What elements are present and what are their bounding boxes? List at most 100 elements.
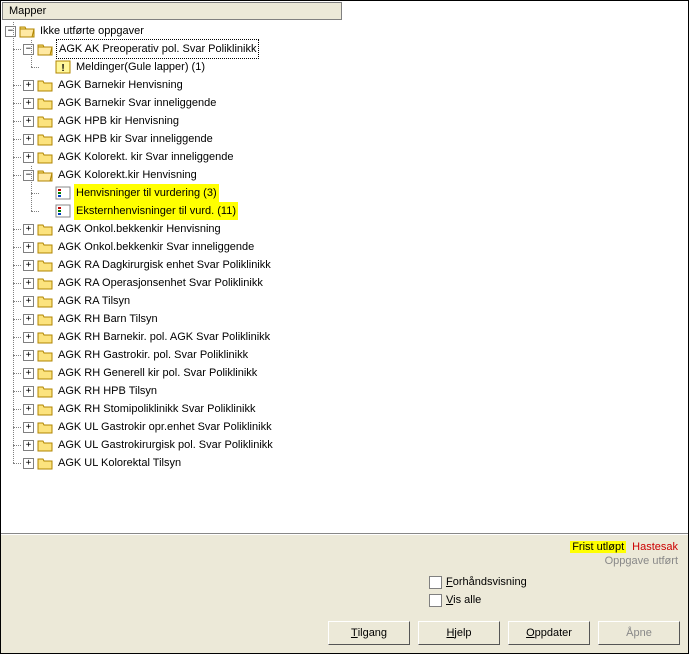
tree-area: − Ikke utførte oppgaver − <box>1 20 688 534</box>
tree-node-label: Ikke utførte oppgaver <box>38 22 146 40</box>
tree-node-hpb-henv[interactable]: + AGK HPB kir Henvisning <box>23 112 688 130</box>
expander-plus-icon[interactable]: + <box>23 98 34 109</box>
tree-node-label: AGK RH Barnekir. pol. AGK Svar Poliklini… <box>56 328 272 346</box>
tree-node-label: AGK UL Kolorektal Tilsyn <box>56 454 183 472</box>
expander-plus-icon[interactable]: + <box>23 332 34 343</box>
tree-node-ul-kolorektal[interactable]: + AGK UL Kolorektal Tilsyn <box>23 454 688 472</box>
folder-icon <box>37 312 53 326</box>
expander-plus-icon[interactable]: + <box>23 242 34 253</box>
folder-icon <box>37 222 53 236</box>
help-button[interactable]: Hjelp <box>418 621 500 645</box>
folder-icon <box>37 114 53 128</box>
note-alert-icon: ! <box>55 60 71 74</box>
expander-plus-icon[interactable]: + <box>23 224 34 235</box>
expander-plus-icon[interactable]: + <box>23 404 34 415</box>
folder-icon <box>37 420 53 434</box>
status-deadline: Frist utløpt <box>570 541 626 553</box>
expander-plus-icon[interactable]: + <box>23 116 34 127</box>
show-all-checkbox[interactable] <box>429 594 442 607</box>
folder-icon <box>37 384 53 398</box>
tree-node-label: AGK RA Dagkirurgisk enhet Svar Poliklini… <box>56 256 273 274</box>
tree-node-ra-dagkir[interactable]: + AGK RA Dagkirurgisk enhet Svar Polikli… <box>23 256 688 274</box>
tree-node-ra-tilsyn[interactable]: + AGK RA Tilsyn <box>23 292 688 310</box>
tree-node-agk-preop[interactable]: − AGK AK Preoperativ pol. Svar Poliklini… <box>23 40 688 58</box>
tree-node-ul-gastro-opr[interactable]: + AGK UL Gastrokir opr.enhet Svar Polikl… <box>23 418 688 436</box>
expander-plus-icon[interactable]: + <box>23 296 34 307</box>
tree-leaf-henv-vurd[interactable]: Henvisninger til vurdering (3) <box>41 184 688 202</box>
tree-leaf-label: Henvisninger til vurdering (3) <box>74 184 219 202</box>
folder-icon <box>37 348 53 362</box>
tree-node-rh-generell[interactable]: + AGK RH Generell kir pol. Svar Poliklin… <box>23 364 688 382</box>
refresh-button[interactable]: Oppdater <box>508 621 590 645</box>
tree-node-hpb-svar[interactable]: + AGK HPB kir Svar inneliggende <box>23 130 688 148</box>
tree-node-root[interactable]: − Ikke utførte oppgaver <box>5 22 688 40</box>
tree-node-barnekir-henv[interactable]: + AGK Barnekir Henvisning <box>23 76 688 94</box>
tree-node-rh-barnekir[interactable]: + AGK RH Barnekir. pol. AGK Svar Polikli… <box>23 328 688 346</box>
folder-icon <box>37 402 53 416</box>
tree-node-label: AGK RH Generell kir pol. Svar Poliklinik… <box>56 364 259 382</box>
folder-icon <box>37 132 53 146</box>
bottom-panel: Frist utløpt Hastesak Oppgave utført For… <box>1 534 688 653</box>
options: Forhåndsvisning Vis alle <box>429 573 680 609</box>
panel-header: Mapper <box>2 2 342 20</box>
folder-open-icon <box>37 42 53 56</box>
tree-node-label: AGK Barnekir Svar inneliggende <box>56 94 218 112</box>
folder-icon <box>37 456 53 470</box>
folder-icon <box>37 276 53 290</box>
preview-checkbox[interactable] <box>429 576 442 589</box>
tree-node-ra-op[interactable]: + AGK RA Operasjonsenhet Svar Poliklinik… <box>23 274 688 292</box>
tree-node-ul-gastro-pol[interactable]: + AGK UL Gastrokirurgisk pol. Svar Polik… <box>23 436 688 454</box>
expander-plus-icon[interactable]: + <box>23 134 34 145</box>
list-icon <box>55 186 71 200</box>
tree-node-label: AGK UL Gastrokirurgisk pol. Svar Polikli… <box>56 436 275 454</box>
expander-plus-icon[interactable]: + <box>23 386 34 397</box>
preview-label: Forhåndsvisning <box>446 576 527 588</box>
preview-checkbox-row[interactable]: Forhåndsvisning <box>429 573 680 591</box>
expander-plus-icon[interactable]: + <box>23 152 34 163</box>
tree-node-kolorekt-henv[interactable]: − AGK Kolorekt.kir Henvisning <box>23 166 688 184</box>
tree-node-label: AGK RH Gastrokir. pol. Svar Poliklinikk <box>56 346 250 364</box>
folder-icon <box>37 258 53 272</box>
expander-plus-icon[interactable]: + <box>23 278 34 289</box>
access-button[interactable]: Tilgang <box>328 621 410 645</box>
tree-node-label: AGK RA Operasjonsenhet Svar Poliklinikk <box>56 274 265 292</box>
tree-node-onkol-henv[interactable]: + AGK Onkol.bekkenkir Henvisning <box>23 220 688 238</box>
show-all-checkbox-row[interactable]: Vis alle <box>429 591 680 609</box>
expander-plus-icon[interactable]: + <box>23 368 34 379</box>
tree-node-label: AGK RA Tilsyn <box>56 292 132 310</box>
tree-node-rh-hpb[interactable]: + AGK RH HPB Tilsyn <box>23 382 688 400</box>
folder-open-icon <box>37 168 53 182</box>
tree-node-label: AGK RH HPB Tilsyn <box>56 382 159 400</box>
show-all-label: Vis alle <box>446 594 481 606</box>
tree-node-barnekir-svar[interactable]: + AGK Barnekir Svar inneliggende <box>23 94 688 112</box>
expander-minus-icon[interactable]: − <box>5 26 16 37</box>
tree-node-onkol-svar[interactable]: + AGK Onkol.bekkenkir Svar inneliggende <box>23 238 688 256</box>
expander-plus-icon[interactable]: + <box>23 80 34 91</box>
folder-icon <box>37 150 53 164</box>
expander-plus-icon[interactable]: + <box>23 350 34 361</box>
tree-leaf-ekst-henv[interactable]: Eksternhenvisninger til vurd. (11) <box>41 202 688 220</box>
status-completed: Oppgave utført <box>9 555 680 567</box>
expander-plus-icon[interactable]: + <box>23 440 34 451</box>
tree-node-label: AGK Kolorekt. kir Svar inneliggende <box>56 148 235 166</box>
folder-icon <box>37 294 53 308</box>
expander-plus-icon[interactable]: + <box>23 422 34 433</box>
expander-plus-icon[interactable]: + <box>23 314 34 325</box>
status-urgent: Hastesak <box>630 541 680 553</box>
folder-icon <box>37 78 53 92</box>
tree-node-rh-barn[interactable]: + AGK RH Barn Tilsyn <box>23 310 688 328</box>
expander-minus-icon[interactable]: − <box>23 44 34 55</box>
tree-leaf-label: Eksternhenvisninger til vurd. (11) <box>74 202 238 220</box>
folder-tree-window: Mapper − Ikke utførte oppgaver <box>0 0 689 654</box>
tree-leaf-meldinger[interactable]: ! Meldinger(Gule lapper) (1) <box>41 58 688 76</box>
expander-plus-icon[interactable]: + <box>23 260 34 271</box>
tree-node-rh-stomi[interactable]: + AGK RH Stomipoliklinikk Svar Poliklini… <box>23 400 688 418</box>
expander-minus-icon[interactable]: − <box>23 170 34 181</box>
folder-icon <box>37 96 53 110</box>
tree-node-kolorekt-svar[interactable]: + AGK Kolorekt. kir Svar inneliggende <box>23 148 688 166</box>
expander-plus-icon[interactable]: + <box>23 458 34 469</box>
status-legend: Frist utløpt Hastesak <box>9 541 680 553</box>
tree-node-label: AGK Onkol.bekkenkir Svar inneliggende <box>56 238 256 256</box>
tree-node-rh-gastro[interactable]: + AGK RH Gastrokir. pol. Svar Poliklinik… <box>23 346 688 364</box>
tree: − Ikke utførte oppgaver − <box>5 22 688 472</box>
